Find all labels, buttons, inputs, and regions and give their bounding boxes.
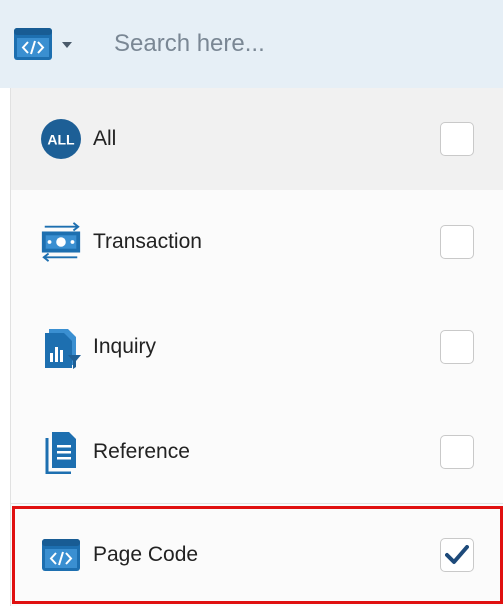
filter-checkbox-page-code[interactable] — [440, 538, 474, 572]
transaction-icon — [39, 220, 83, 264]
page-code-icon — [39, 533, 83, 577]
filter-item-label: All — [93, 127, 117, 150]
filter-item-all[interactable]: ALL All — [11, 88, 503, 190]
search-input[interactable] — [112, 22, 432, 66]
filter-item-page-code[interactable]: Page Code — [11, 504, 503, 606]
filter-item-label: Inquiry — [93, 335, 157, 358]
filter-item-label: Page Code — [93, 543, 199, 566]
all-badge-icon: ALL — [39, 117, 83, 161]
filter-item-inquiry[interactable]: Inquiry — [11, 294, 503, 400]
chevron-down-icon — [62, 42, 72, 48]
inquiry-icon — [39, 325, 83, 369]
filter-item-transaction[interactable]: Transaction — [11, 190, 503, 294]
page-code-icon — [14, 28, 52, 60]
search-bar — [0, 0, 503, 88]
filter-dropdown: ALL All Transaction — [0, 0, 503, 606]
all-badge-text: ALL — [47, 132, 75, 148]
filter-checkbox-inquiry[interactable] — [440, 330, 474, 364]
filter-item-label: Reference — [93, 439, 190, 463]
type-filter-list: ALL All Transaction Inquiry Reference Pa… — [10, 88, 503, 606]
checkmark-icon — [445, 545, 469, 564]
filter-checkbox-transaction[interactable] — [440, 225, 474, 259]
search-type-selector[interactable] — [0, 0, 72, 88]
filter-checkbox-all[interactable] — [440, 122, 474, 156]
filter-item-label: Transaction — [93, 230, 202, 253]
filter-checkbox-reference[interactable] — [440, 434, 474, 469]
reference-icon — [39, 430, 83, 474]
filter-item-reference[interactable]: Reference — [11, 400, 503, 504]
